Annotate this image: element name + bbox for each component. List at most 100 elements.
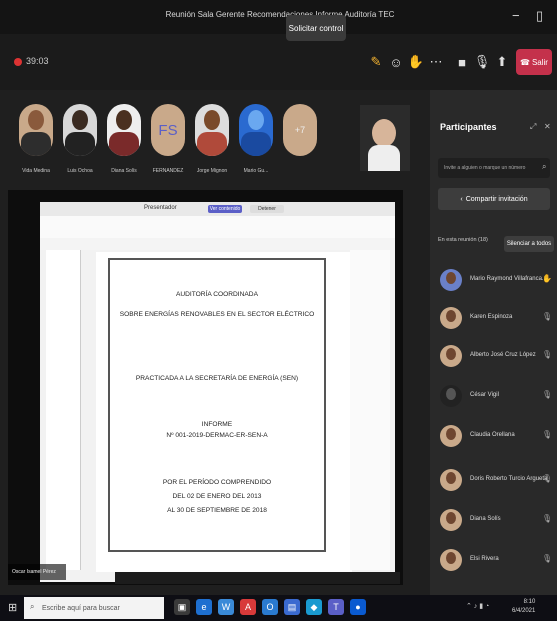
edge-icon[interactable]: e — [196, 599, 212, 615]
participant-name: Alberto José Cruz López — [470, 352, 536, 358]
timer-text: 39:03 — [26, 56, 49, 66]
mic-off-icon: 🎙 — [542, 430, 553, 439]
search-icon[interactable]: ⌕ — [542, 162, 546, 172]
participant-name: Elsi Rivera — [470, 556, 499, 562]
avatar — [440, 509, 462, 531]
cover-title-2: SOBRE ENERGÍAS RENOVABLES EN EL SECTOR E… — [119, 311, 315, 318]
initials-avatar: FS — [151, 104, 185, 156]
share-invite-button[interactable]: ‹ Compartir invitación — [438, 188, 550, 210]
video-tile[interactable]: Mario Gu... — [236, 104, 276, 174]
participant-row[interactable]: Diana Solís 🎙 — [438, 504, 556, 538]
participant-name: Doris Roberto Turcio Argueta — [470, 476, 548, 482]
search-icon: ⌕ — [30, 602, 35, 611]
more-icon[interactable]: ⋯ — [426, 52, 446, 72]
avatar — [440, 269, 462, 291]
section-header[interactable]: En esta reunión (18) — [438, 237, 488, 243]
maximize-icon[interactable]: ▯ — [536, 8, 543, 24]
page-thumbnails — [46, 250, 81, 570]
avatar — [440, 549, 462, 571]
cover-period-3: AL 30 DE SEPTIEMBRE DE 2018 — [167, 507, 267, 514]
participant-name: Mario Raymond Villafranca... — [470, 276, 547, 282]
share-invite-label: Compartir invitación — [465, 195, 528, 203]
presenter-caption: Oscar Isamel Pérez — [8, 564, 66, 580]
tile-name: Diana Solís — [111, 168, 137, 174]
avatar — [440, 385, 462, 407]
mute-all-button[interactable]: Silenciar a todos — [504, 236, 554, 252]
participant-video — [107, 104, 141, 156]
teams-icon[interactable]: T — [328, 599, 344, 615]
video-tile[interactable]: Diana Solís — [104, 104, 144, 174]
participant-row[interactable]: Doris Roberto Turcio Argueta 🎙 — [438, 464, 556, 498]
minimize-icon[interactable]: − — [512, 8, 520, 23]
remote-taskbar — [115, 572, 400, 584]
participant-video — [19, 104, 53, 156]
participant-name: César Vigil — [470, 392, 499, 398]
mic-off-icon: 🎙 — [542, 390, 553, 399]
task-view-icon[interactable]: ▣ — [174, 599, 190, 615]
cover-practiced: PRACTICADA A LA SECRETARÍA DE ENERGÍA (S… — [135, 375, 299, 382]
participant-name: Karen Espinoza — [470, 314, 513, 320]
meeting-timer: 39:03 — [14, 56, 49, 66]
request-control-button[interactable]: Solicitar control — [286, 15, 346, 41]
avatar — [440, 425, 462, 447]
clock[interactable]: 8:10 6/4/2021 — [512, 598, 535, 616]
chat-icon[interactable]: ✎ — [366, 52, 386, 72]
chrome-icon[interactable]: ● — [350, 599, 366, 615]
popout-icon[interactable]: ⤢ — [530, 122, 536, 132]
reactions-icon[interactable]: ☺ — [386, 52, 406, 72]
title-bar: Reunión Sala Gerente Recomendaciones Inf… — [0, 0, 557, 34]
cover-report-number: Nº 001-2019-DERMAC-ER-SEN-A — [166, 432, 268, 439]
participant-row[interactable]: Mario Raymond Villafranca... ✋ — [438, 264, 556, 298]
tile-name: Mario Gu... — [243, 168, 269, 174]
chevron-left-icon: ‹ — [460, 195, 463, 203]
participant-row[interactable]: Alberto José Cruz López 🎙 — [438, 340, 556, 374]
mic-icon[interactable]: 🎙 — [472, 52, 492, 72]
tile-name: FERNANDEZ — [152, 168, 184, 174]
mic-off-icon: 🎙 — [542, 350, 553, 359]
participant-video — [63, 104, 97, 156]
document-ruler — [40, 238, 395, 250]
document-ribbon — [40, 216, 395, 239]
more-participants[interactable]: +7 — [280, 104, 320, 156]
participant-video — [195, 104, 229, 156]
leave-button[interactable]: ☎ Salir — [516, 49, 552, 75]
stop-button[interactable]: Detener — [250, 205, 284, 213]
participant-row[interactable]: César Vigil 🎙 — [438, 380, 556, 414]
view-content-button[interactable]: Ver contenido — [208, 205, 242, 213]
video-tile[interactable]: Jorge Mignon — [192, 104, 232, 174]
participant-row[interactable]: Elsi Rivera 🎙 — [438, 544, 556, 578]
cover-report: INFORME — [201, 421, 233, 428]
folder-icon[interactable]: ▤ — [284, 599, 300, 615]
taskbar-search[interactable]: Escribe aquí para buscar — [24, 597, 164, 619]
tile-name: Vida Medina — [22, 168, 50, 174]
invite-placeholder: Invite a alguien o marque un número — [444, 165, 526, 171]
video-tile[interactable]: Luis Ochoa — [60, 104, 100, 174]
search-placeholder: Escribe aquí para buscar — [42, 604, 120, 612]
word-icon[interactable]: W — [218, 599, 234, 615]
cover-period-1: POR EL PERÍODO COMPRENDIDO — [162, 479, 272, 486]
close-icon[interactable]: ✕ — [544, 122, 551, 131]
mic-off-icon: 🎙 — [542, 474, 553, 483]
participant-row[interactable]: Claudia Orellana 🎙 — [438, 420, 556, 454]
video-tile[interactable]: FS FERNANDEZ — [148, 104, 188, 174]
leave-label: Salir — [531, 57, 548, 67]
raise-hand-icon[interactable]: ✋ — [406, 52, 426, 72]
participant-row[interactable]: Karen Espinoza 🎙 — [438, 302, 556, 336]
sharing-label: Presentador — [144, 205, 177, 211]
windows-start-icon[interactable]: ⊞ — [8, 601, 17, 614]
pdf-icon[interactable]: A — [240, 599, 256, 615]
overflow-count: +7 — [283, 104, 317, 156]
panel-title: Participantes — [440, 122, 497, 132]
tile-name: Luis Ochoa — [67, 168, 93, 174]
store-icon[interactable]: ◆ — [306, 599, 322, 615]
share-icon[interactable]: ⬆ — [492, 52, 512, 72]
cover-title-1: AUDITORÍA COORDINADA — [176, 291, 258, 298]
invite-input[interactable]: Invite a alguien o marque un número — [438, 158, 550, 178]
document-sidebar — [350, 250, 390, 570]
system-tray-icon[interactable]: ⌃ ♪ ▮ ◔ — [466, 602, 489, 610]
mic-off-icon: 🎙 — [542, 554, 553, 563]
window-title: Reunión Sala Gerente Recomendaciones Inf… — [165, 10, 395, 19]
outlook-icon[interactable]: O — [262, 599, 278, 615]
camera-icon[interactable]: ■ — [452, 52, 472, 72]
video-tile[interactable]: Vida Medina — [16, 104, 56, 174]
